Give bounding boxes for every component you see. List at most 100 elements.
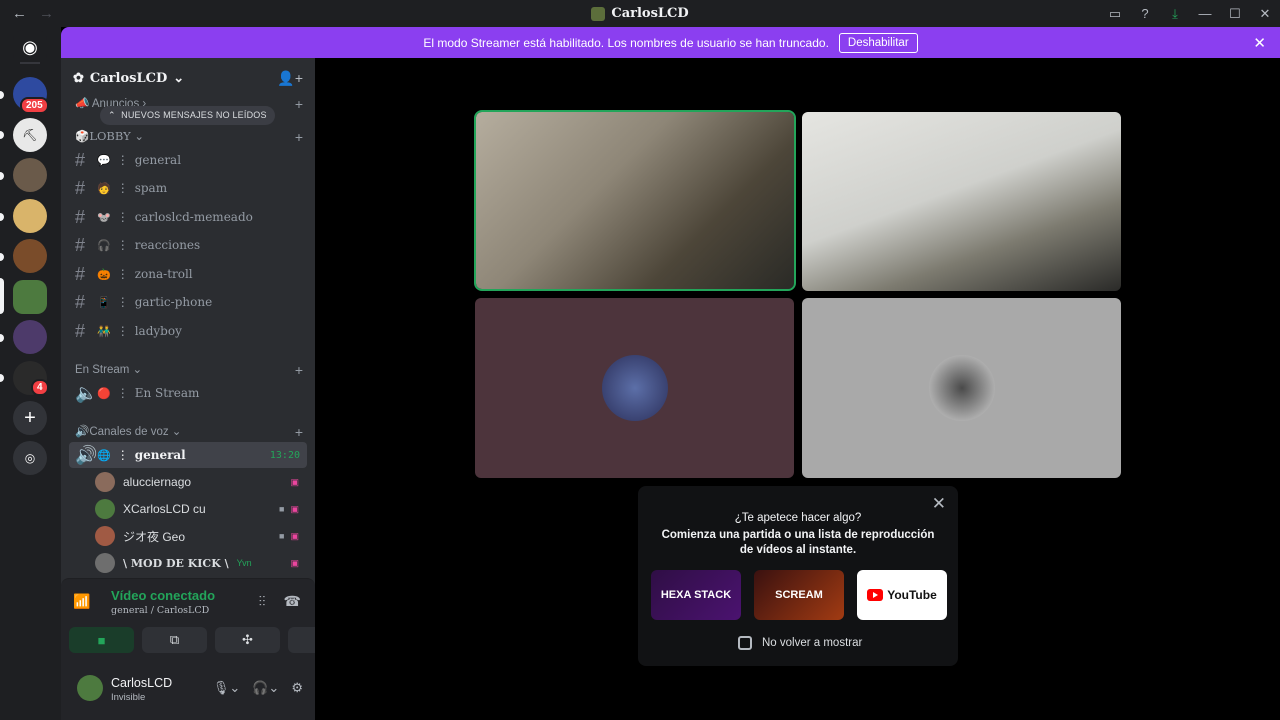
streamer-mode-icon: ▣ <box>290 476 299 487</box>
megaphone-icon: 📣 <box>75 98 90 110</box>
channel-general[interactable]: # 💬 ⋮ general <box>69 147 307 173</box>
voice-connected-panel: 📶 Vídeo conectado general / CarlosLCD ⫶⫶… <box>61 578 353 658</box>
title-bar: ← → CarlosLCD ▭ ? ⤓ — ☐ ✕ <box>0 0 1280 27</box>
inbox-icon[interactable]: ▭ <box>1100 6 1130 22</box>
add-channel-icon[interactable]: + <box>295 129 303 145</box>
voice-channel-path[interactable]: general / CarlosLCD <box>111 605 209 616</box>
category-lobby[interactable]: 🎲LOBBY ⌄ + <box>75 129 303 145</box>
checkbox[interactable] <box>738 636 752 650</box>
youtube-icon <box>867 589 884 601</box>
guild-name[interactable]: ✿ CarlosLCD ⌄ <box>73 71 184 86</box>
hash-icon: # <box>75 263 86 284</box>
disable-streamer-button[interactable]: Deshabilitar <box>838 32 918 53</box>
voice-user[interactable]: \ MOD DE KICK \ Yvn ▣ <box>95 551 305 575</box>
back-arrow-icon[interactable]: ← <box>12 5 27 22</box>
unread-pill-indicator <box>0 374 4 382</box>
channel-en-stream[interactable]: 🔈 🔴 ⋮ En Stream <box>69 380 307 406</box>
hash-icon: # <box>75 149 86 170</box>
video-tile-avatar[interactable] <box>802 298 1121 478</box>
mention-badge: 4 <box>31 379 49 396</box>
server-icon-5[interactable] <box>13 239 47 273</box>
category-canales-de-voz[interactable]: 🔊Canales de voz ⌄ + <box>75 424 303 440</box>
server-icon-shovel[interactable]: ⛏ <box>13 118 47 152</box>
invite-people-icon[interactable]: 👤+ <box>277 70 303 87</box>
activity-suggestion-popup: ✕ ¿Te apetece hacer algo? Comienza una p… <box>638 486 958 666</box>
video-tile-avatar[interactable] <box>475 298 794 478</box>
streamer-mode-icon: ▣ <box>290 503 299 514</box>
server-icon-carloslcd[interactable] <box>13 280 47 314</box>
voice-user[interactable]: XCarlosLCD cu ■ ▣ <box>95 497 305 521</box>
voice-channel-general[interactable]: 🔊 🌐 ⋮ general 13:20 <box>69 442 307 468</box>
close-window-icon[interactable]: ✕ <box>1250 6 1280 22</box>
video-tile-camera[interactable] <box>802 112 1121 291</box>
minimize-icon[interactable]: — <box>1190 6 1220 21</box>
server-rail: ◉ 205 ⛏ 4 + ◎ <box>0 27 61 720</box>
server-icon-3[interactable] <box>13 158 47 192</box>
add-channel-icon[interactable]: + <box>295 96 303 112</box>
stage-speaker-icon: 🔈 <box>75 382 98 403</box>
voice-timer: 13:20 <box>269 449 300 461</box>
avatar <box>95 526 115 546</box>
voice-user[interactable]: alucciernago ▣ <box>95 470 305 494</box>
activity-youtube[interactable]: YouTube <box>857 570 947 620</box>
camera-button[interactable]: ■ <box>69 627 134 653</box>
server-icon-4[interactable] <box>13 199 47 233</box>
disconnect-icon[interactable]: ☎ <box>284 593 301 610</box>
channel-ladyboy[interactable]: # 👬 ⋮ ladyboy <box>69 318 307 344</box>
channel-reacciones[interactable]: # 🎧 ⋮ reacciones <box>69 232 307 258</box>
forward-arrow-icon[interactable]: → <box>39 5 54 22</box>
unread-pill-indicator <box>0 172 4 180</box>
channel-spam[interactable]: # 🧑 ⋮ spam <box>69 175 307 201</box>
activity-scream[interactable]: SCREAM <box>754 570 844 620</box>
channel-gartic-phone[interactable]: # 📱 ⋮ gartic-phone <box>69 289 307 315</box>
category-en-stream[interactable]: En Stream ⌄ + <box>75 362 303 378</box>
unread-pill-indicator <box>0 131 4 139</box>
hash-icon: # <box>75 320 86 341</box>
headphones-icon[interactable]: 🎧⌄ <box>252 680 279 696</box>
voice-call-stage: ✕ ¿Te apetece hacer algo? Comienza una p… <box>315 58 1280 720</box>
activity-hexa-stack[interactable]: HEXA STACK <box>651 570 741 620</box>
voice-status: Vídeo conectado <box>111 588 216 603</box>
add-channel-icon[interactable]: + <box>295 362 303 378</box>
channel-carloslcd-memeado[interactable]: # 🐭 ⋮ carloslcd-memeado <box>69 204 307 230</box>
hash-icon: # <box>75 177 86 198</box>
noise-suppression-icon[interactable]: ⫶⫶ <box>259 593 266 610</box>
avatar <box>95 553 115 573</box>
close-icon[interactable]: ✕ <box>1253 34 1266 52</box>
unread-pill-indicator <box>0 213 4 221</box>
popup-message: Comienza una partida o una lista de repr… <box>661 529 935 556</box>
microphone-icon[interactable]: 🎙⌄ <box>213 680 240 696</box>
server-icon-7[interactable] <box>13 320 47 354</box>
discover-icon[interactable]: ◎ <box>13 441 47 475</box>
add-server-icon[interactable]: + <box>13 401 47 435</box>
streamer-mode-banner: El modo Streamer está habilitado. Los no… <box>61 27 1280 58</box>
unread-pill-indicator <box>0 253 4 261</box>
download-icon[interactable]: ⤓ <box>1160 6 1190 22</box>
help-icon[interactable]: ? <box>1130 6 1160 21</box>
discord-home-icon[interactable]: ◉ <box>13 30 47 64</box>
activities-button[interactable]: ✣ <box>215 627 280 653</box>
avatar[interactable] <box>77 675 103 701</box>
gear-icon[interactable]: ⚙ <box>291 680 303 696</box>
voice-user[interactable]: ジオ夜 Geo ■ ▣ <box>95 524 305 548</box>
window-title: CarlosLCD <box>0 6 1280 21</box>
channel-zona-troll[interactable]: # 🎃 ⋮ zona-troll <box>69 261 307 287</box>
guild-header[interactable]: ✿ CarlosLCD ⌄ 👤+ <box>61 58 315 99</box>
avatar <box>95 472 115 492</box>
dont-show-again-checkbox[interactable]: No volver a mostrar <box>738 636 862 650</box>
selected-server-indicator <box>0 278 4 314</box>
voice-speaker-icon: 🔊 <box>75 444 98 465</box>
signal-icon[interactable]: 📶 <box>73 593 90 610</box>
video-tile-camera[interactable] <box>474 110 796 291</box>
streamer-mode-icon: ▣ <box>290 530 299 541</box>
screen-share-button[interactable]: ⧉ <box>142 627 207 653</box>
video-icon: ■ <box>279 530 285 541</box>
avatar <box>95 499 115 519</box>
unread-messages-pill[interactable]: ⌃ NUEVOS MENSAJES NO LEÍDOS <box>100 106 275 125</box>
chevron-down-icon: ⌄ <box>173 71 185 86</box>
add-channel-icon[interactable]: + <box>295 424 303 440</box>
close-icon[interactable]: ✕ <box>932 494 946 514</box>
maximize-icon[interactable]: ☐ <box>1220 6 1250 22</box>
streamer-mode-icon: ▣ <box>290 557 299 568</box>
username[interactable]: CarlosLCD <box>111 676 172 690</box>
